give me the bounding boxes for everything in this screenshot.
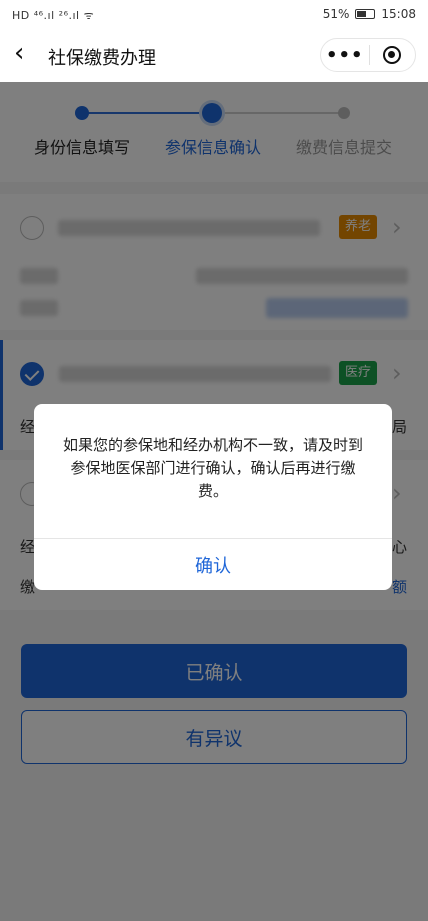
back-icon[interactable]: ‹ (14, 40, 38, 66)
battery-percentage: 51% (322, 7, 350, 21)
page-title: 社保缴费办理 (48, 48, 156, 69)
battery-icon (355, 9, 376, 19)
dialog-confirm-button[interactable]: 确认 (34, 539, 392, 590)
status-right: 51% 15:08 (323, 7, 416, 21)
dialog-message: 如果您的参保地和经办机构不一致，请及时到参保地医保部门进行确认，确认后再进行缴费… (62, 436, 363, 500)
clock: 15:08 (381, 7, 416, 21)
confirm-dialog: 如果您的参保地和经办机构不一致，请及时到参保地医保部门进行确认，确认后再进行缴费… (34, 404, 392, 590)
mini-program-capsule: ••• (320, 38, 416, 72)
target-icon[interactable] (369, 39, 415, 71)
nav-bar: ‹ 社保缴费办理 ••• (0, 30, 428, 82)
signal-icons: HD ⁴⁶.ıl ²⁶.ıl ᯤ (12, 9, 95, 22)
more-icon[interactable]: ••• (321, 39, 369, 71)
status-bar: HD ⁴⁶.ıl ²⁶.ıl ᯤ 51% 15:08 (0, 0, 428, 30)
